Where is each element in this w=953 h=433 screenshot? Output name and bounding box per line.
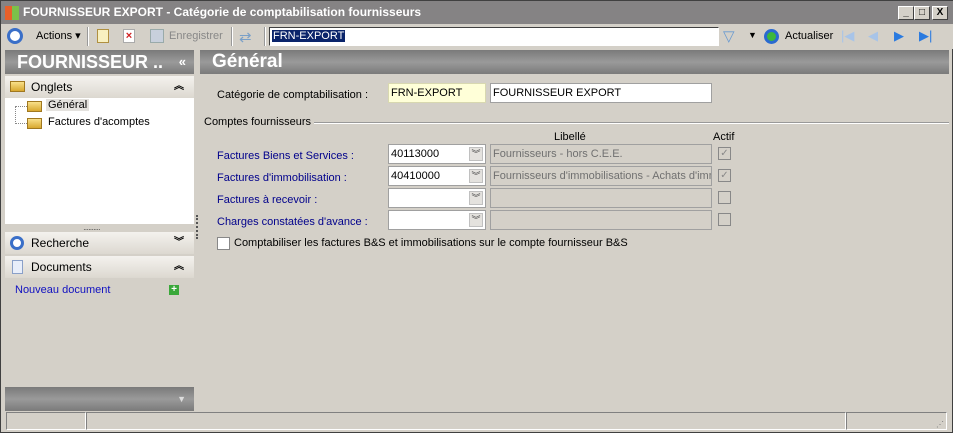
collapse-sidebar-icon[interactable]: « bbox=[179, 50, 186, 74]
chevron-down-icon[interactable]: ︾ bbox=[469, 213, 483, 227]
search-input[interactable]: FRN-EXPORT bbox=[269, 27, 719, 46]
account-value: 40410000 bbox=[391, 170, 440, 182]
tree-item-label: Général bbox=[46, 99, 90, 111]
filter-icon[interactable]: ▽ bbox=[723, 27, 735, 45]
sidebar-header: FOURNISSEUR .. « bbox=[5, 50, 194, 74]
libelle-field: Fournisseurs - hors C.E.E. bbox=[490, 144, 712, 164]
chevron-down-icon[interactable]: ︾ bbox=[469, 147, 483, 161]
folder-icon bbox=[10, 81, 25, 92]
onglets-label: Onglets bbox=[31, 80, 73, 94]
libelle-field: Fournisseurs d'immobilisations - Achats … bbox=[490, 166, 712, 186]
category-code-field[interactable]: FRN-EXPORT bbox=[388, 83, 486, 103]
panel-splitter[interactable] bbox=[196, 215, 198, 239]
group-title: Comptes fournisseurs bbox=[204, 116, 314, 128]
account-select[interactable]: ︾ bbox=[388, 188, 486, 208]
chevron-down-icon[interactable]: ︾ bbox=[469, 191, 483, 205]
separator bbox=[264, 27, 266, 46]
refresh-button[interactable]: Actualiser bbox=[785, 28, 833, 45]
next-record-icon[interactable]: ▶ bbox=[894, 28, 904, 44]
tabs-tree: Général Factures d'acomptes bbox=[5, 98, 194, 224]
filter-dropdown-icon[interactable]: ▼ bbox=[748, 30, 757, 40]
app-icon bbox=[5, 6, 19, 20]
tree-item-factures-acomptes[interactable]: Factures d'acomptes bbox=[27, 116, 150, 129]
refresh-icon[interactable] bbox=[764, 29, 779, 44]
documents-label: Documents bbox=[31, 260, 92, 274]
row-label: Charges constatées d'avance : bbox=[217, 216, 368, 228]
category-label: Catégorie de comptabilisation : bbox=[217, 89, 369, 101]
folder-icon bbox=[27, 118, 42, 129]
tree-item-general[interactable]: Général bbox=[27, 99, 90, 112]
search-icon bbox=[10, 236, 24, 250]
account-select[interactable]: ︾ bbox=[388, 210, 486, 230]
maximize-button[interactable]: □ bbox=[914, 6, 930, 20]
search-value: FRN-EXPORT bbox=[272, 30, 346, 42]
actif-column-header: Actif bbox=[713, 131, 735, 143]
documents-section-header[interactable]: Documents ︽ bbox=[5, 256, 194, 278]
new-icon[interactable] bbox=[97, 29, 109, 43]
tree-item-label: Factures d'acomptes bbox=[48, 116, 150, 128]
last-record-icon[interactable]: ▶| bbox=[919, 28, 932, 44]
status-segment: ⋰ bbox=[846, 412, 947, 430]
category-name-field[interactable]: FOURNISSEUR EXPORT bbox=[490, 83, 712, 103]
page-title: Général bbox=[212, 51, 283, 72]
previous-record-icon: ◀ bbox=[868, 28, 878, 43]
onglets-section-header[interactable]: Onglets ︽ bbox=[5, 76, 194, 98]
status-segment bbox=[6, 412, 86, 430]
libelle-column-header: Libellé bbox=[554, 131, 586, 143]
actif-checkbox bbox=[718, 213, 731, 226]
open-folder-icon bbox=[27, 101, 42, 112]
option-checkbox[interactable] bbox=[217, 237, 230, 250]
title-bar: FOURNISSEUR EXPORT - Catégorie de compta… bbox=[1, 1, 953, 24]
recherche-label: Recherche bbox=[31, 236, 90, 250]
resize-grip-icon[interactable]: ⋰ bbox=[936, 420, 944, 429]
status-segment bbox=[86, 412, 846, 430]
main-header: Général bbox=[200, 50, 949, 74]
option-label: Comptabiliser les factures B&S et immobi… bbox=[234, 237, 628, 249]
chevron-up-icon[interactable]: ︽ bbox=[174, 76, 184, 98]
libelle-field bbox=[490, 210, 712, 230]
sidebar-footer: ▼ bbox=[5, 387, 194, 411]
save-button[interactable]: Enregistrer bbox=[169, 28, 223, 45]
add-icon[interactable]: + bbox=[169, 285, 179, 295]
actions-label: Actions bbox=[36, 30, 73, 42]
account-select[interactable]: 40410000 ︾ bbox=[388, 166, 486, 186]
row-label: Factures à recevoir : bbox=[217, 194, 318, 206]
first-record-icon: |◀ bbox=[841, 28, 855, 43]
actions-menu[interactable]: Actions ▾ bbox=[36, 28, 81, 45]
actif-checkbox: ✓ bbox=[718, 147, 731, 160]
account-select[interactable]: 40113000 ︾ bbox=[388, 144, 486, 164]
sidebar-title: FOURNISSEUR .. bbox=[17, 52, 164, 72]
row-label: Factures d'immobilisation : bbox=[217, 172, 347, 184]
app-menu-icon[interactable] bbox=[7, 28, 23, 44]
chevron-up-icon[interactable]: ︽ bbox=[174, 256, 184, 278]
sync-icon[interactable]: ⇄ bbox=[239, 28, 252, 46]
chevron-down-icon[interactable]: ︾ bbox=[174, 232, 184, 254]
libelle-field bbox=[490, 188, 712, 208]
recherche-section-header[interactable]: Recherche ︾ bbox=[5, 232, 194, 254]
close-button[interactable]: X bbox=[932, 6, 948, 20]
save-icon bbox=[150, 29, 164, 43]
new-document-link[interactable]: Nouveau document bbox=[15, 284, 110, 296]
window-title: FOURNISSEUR EXPORT - Catégorie de compta… bbox=[23, 5, 422, 19]
toolbar: Actions ▾ × Enregistrer ⇄ FRN-EXPORT ▽ ▼… bbox=[1, 24, 953, 49]
actif-checkbox bbox=[718, 191, 731, 204]
delete-icon[interactable]: × bbox=[123, 29, 135, 43]
actif-checkbox: ✓ bbox=[718, 169, 731, 182]
separator bbox=[87, 27, 89, 46]
separator bbox=[231, 27, 233, 46]
chevron-down-icon[interactable]: ︾ bbox=[469, 169, 483, 183]
document-icon bbox=[12, 260, 23, 274]
account-value: 40113000 bbox=[391, 148, 440, 160]
row-label: Factures Biens et Services : bbox=[217, 150, 354, 162]
dropdown-arrow-icon[interactable]: ▼ bbox=[177, 387, 186, 411]
group-divider bbox=[204, 122, 949, 124]
minimize-button[interactable]: _ bbox=[898, 6, 914, 20]
